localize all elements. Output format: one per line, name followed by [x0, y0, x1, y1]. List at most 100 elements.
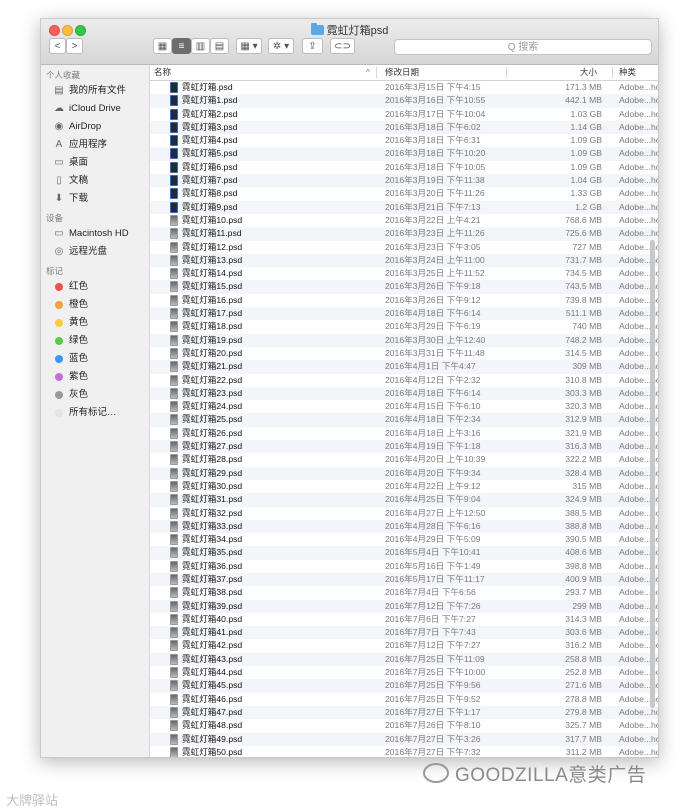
- table-row[interactable]: 霓虹灯箱14.psd 2016年3月25日 上午11:52 734.5 MB Adob…: [150, 267, 658, 280]
- table-row[interactable]: 霓虹灯箱47.psd 2016年7月27日 下午1:17 279.8 MB Adobe…: [150, 705, 658, 720]
- table-row[interactable]: 霓虹灯箱16.psd 2016年3月26日 下午9:12 739.8 MB Adobe…: [150, 294, 658, 307]
- table-row[interactable]: 霓虹灯箱8.psd 2016年3月20日 下午11:26 1.33 GB Adobe.…: [150, 187, 658, 200]
- sidebar-item-tag[interactable]: 灰色: [41, 386, 149, 404]
- table-row[interactable]: 霓虹灯箱25.psd 2016年4月18日 下午2:34 312.9 MB Adobe…: [150, 413, 658, 427]
- action-menu-button[interactable]: ✲ ▾: [268, 38, 294, 54]
- sidebar-item-favorite[interactable]: ☁ iCloud Drive: [41, 100, 149, 118]
- table-row[interactable]: 霓虹灯箱4.psd 2016年3月18日 下午6:31 1.09 GB Adobe..…: [150, 134, 658, 147]
- file-name: 霓虹灯箱30.psd: [182, 480, 243, 491]
- table-row[interactable]: 霓虹灯箱9.psd 2016年3月21日 下午7:13 1.2 GB Adobe...…: [150, 200, 658, 214]
- sidebar-item-favorite[interactable]: ▤ 我的所有文件: [41, 82, 149, 100]
- table-row[interactable]: 霓虹灯箱17.psd 2016年4月18日 下午6:14 511.1 MB Adobe…: [150, 307, 658, 321]
- column-size[interactable]: 大小: [580, 65, 597, 80]
- sidebar-item-tag[interactable]: 绿色: [41, 332, 149, 350]
- table-row[interactable]: 霓虹灯箱1.psd 2016年3月16日 下午10:55 442.1 MB Adobe…: [150, 94, 658, 108]
- sidebar-item-tag[interactable]: 红色: [41, 278, 149, 296]
- table-row[interactable]: 霓虹灯箱41.psd 2016年7月7日 下午7:43 303.6 MB Adobe.…: [150, 626, 658, 640]
- table-row[interactable]: 霓虹灯箱43.psd 2016年7月25日 下午11:09 258.8 MB Adob…: [150, 652, 658, 667]
- file-name: 霓虹灯箱19.psd: [182, 334, 243, 345]
- sidebar-item-favorite[interactable]: ⬇ 下载: [41, 190, 149, 208]
- table-row[interactable]: 霓虹灯箱11.psd 2016年3月23日 上午11:26 725.6 MB Adob…: [150, 227, 658, 241]
- table-row[interactable]: 霓虹灯箱50.psd 2016年7月27日 下午7:32 311.2 MB Adobe…: [150, 746, 658, 757]
- search-input[interactable]: Q 搜索: [394, 39, 652, 55]
- share-button[interactable]: ⇪: [302, 38, 323, 54]
- sidebar-item-device[interactable]: ◎ 远程光盘: [41, 243, 149, 261]
- file-size: 312.9 MB: [565, 414, 602, 425]
- table-row[interactable]: 霓虹灯箱2.psd 2016年3月17日 下午10:04 1.03 GB Adobe.…: [150, 108, 658, 121]
- table-row[interactable]: 霓虹灯箱21.psd 2016年4月1日 下午4:47 309 MB Adobe...…: [150, 360, 658, 374]
- title-bar: 霓虹灯箱psd < > ▦ ≡ ▥ ▤ ▦ ▾ ✲ ▾ ⇪ ⊂⊃ Q 搜索: [41, 19, 658, 65]
- column-kind[interactable]: 种类: [619, 65, 636, 80]
- table-row[interactable]: 霓虹灯箱10.psd 2016年3月22日 上午4:21 768.6 MB Adobe…: [150, 214, 658, 227]
- table-row[interactable]: 霓虹灯箱42.psd 2016年7月12日 下午7:27 316.2 MB Adobe…: [150, 639, 658, 652]
- table-row[interactable]: 霓虹灯箱15.psd 2016年3月26日 下午9:18 743.5 MB Adobe…: [150, 280, 658, 294]
- table-row[interactable]: 霓虹灯箱13.psd 2016年3月24日 上午11:00 731.7 MB Adob…: [150, 253, 658, 268]
- table-row[interactable]: 霓虹灯箱32.psd 2016年4月27日 上午12:50 388.5 MB Adob…: [150, 507, 658, 520]
- sidebar-item-tag[interactable]: 所有标记…: [41, 404, 149, 422]
- table-row[interactable]: 霓虹灯箱39.psd 2016年7月12日 下午7:26 299 MB Adobe..…: [150, 599, 658, 613]
- column-view-button[interactable]: ▥: [191, 38, 210, 54]
- file-date: 2016年7月27日 下午3:26: [385, 733, 481, 744]
- file-date: 2016年4月27日 上午12:50: [385, 507, 486, 518]
- table-row[interactable]: 霓虹灯箱19.psd 2016年3月30日 上午12:40 748.2 MB Adob…: [150, 333, 658, 347]
- table-row[interactable]: 霓虹灯箱44.psd 2016年7月25日 下午10:00 252.8 MB Adob…: [150, 666, 658, 679]
- sidebar-item-favorite[interactable]: ◉ AirDrop: [41, 118, 149, 136]
- file-date: 2016年7月25日 下午9:52: [385, 693, 481, 704]
- table-row[interactable]: 霓虹灯箱34.psd 2016年4月29日 下午5:09 390.5 MB Adobe…: [150, 533, 658, 546]
- table-row[interactable]: 霓虹灯箱45.psd 2016年7月25日 下午9:56 271.6 MB Adobe…: [150, 679, 658, 693]
- watermark-text: GOODZILLA意类广告: [455, 765, 647, 786]
- arrange-menu-button[interactable]: ▦ ▾: [236, 38, 262, 54]
- table-row[interactable]: 霓虹灯箱30.psd 2016年4月22日 上午9:12 315 MB Adobe..…: [150, 480, 658, 493]
- table-row[interactable]: 霓虹灯箱37.psd 2016年5月17日 下午11:17 400.9 MB Adob…: [150, 572, 658, 587]
- sidebar-item-favorite[interactable]: ▭ 桌面: [41, 154, 149, 172]
- column-name[interactable]: 名称: [154, 65, 171, 80]
- icon-view-button[interactable]: ▦: [153, 38, 172, 54]
- table-row[interactable]: 霓虹灯箱49.psd 2016年7月27日 下午3:26 317.7 MB Adobe…: [150, 732, 658, 746]
- table-row[interactable]: 霓虹灯箱27.psd 2016年4月19日 下午1:18 316.3 MB Adobe…: [150, 440, 658, 454]
- table-row[interactable]: 霓虹灯箱22.psd 2016年4月12日 下午2:32 310.8 MB Adobe…: [150, 374, 658, 387]
- table-row[interactable]: 霓虹灯箱18.psd 2016年3月29日 下午6:19 740 MB Adobe..…: [150, 320, 658, 333]
- table-row[interactable]: 霓虹灯箱31.psd 2016年4月25日 下午9:04 324.9 MB Adobe…: [150, 493, 658, 507]
- table-row[interactable]: 霓虹灯箱36.psd 2016年5月16日 下午1:49 398.8 MB Adobe…: [150, 560, 658, 573]
- table-row[interactable]: 霓虹灯箱12.psd 2016年3月23日 下午3:05 727 MB Adobe..…: [150, 241, 658, 254]
- forward-button[interactable]: >: [66, 38, 83, 54]
- list-view-button[interactable]: ≡: [172, 38, 191, 54]
- table-row[interactable]: 霓虹灯箱40.psd 2016年7月6日 下午7:27 314.3 MB Adobe.…: [150, 613, 658, 626]
- table-row[interactable]: 霓虹灯箱35.psd 2016年5月4日 下午10:41 408.6 MB Adobe…: [150, 546, 658, 560]
- column-date[interactable]: 修改日期: [385, 65, 419, 80]
- file-name: 霓虹灯箱35.psd: [182, 547, 243, 558]
- table-row[interactable]: 霓虹灯箱24.psd 2016年4月15日 下午6:10 320.3 MB Adobe…: [150, 400, 658, 413]
- table-row[interactable]: 霓虹灯箱5.psd 2016年3月18日 下午10:20 1.09 GB Adobe.…: [150, 147, 658, 161]
- file-size: 1.03 GB: [570, 108, 602, 119]
- sidebar-item-favorite[interactable]: A 应用程序: [41, 136, 149, 154]
- table-row[interactable]: 霓虹灯箱20.psd 2016年3月31日 下午11:48 314.5 MB Adob…: [150, 347, 658, 360]
- file-date: 2016年3月23日 上午11:26: [385, 228, 485, 239]
- file-name: 霓虹灯箱33.psd: [182, 520, 243, 531]
- back-button[interactable]: <: [49, 38, 66, 54]
- sidebar-item-tag[interactable]: 蓝色: [41, 350, 149, 368]
- documents-icon: ▯: [56, 175, 62, 186]
- table-row[interactable]: 霓虹灯箱29.psd 2016年4月20日 下午9:34 328.4 MB Adobe…: [150, 466, 658, 480]
- vertical-scrollbar[interactable]: [650, 240, 655, 708]
- table-row[interactable]: 霓虹灯箱46.psd 2016年7月25日 下午9:52 278.8 MB Adobe…: [150, 693, 658, 706]
- sidebar-item-tag[interactable]: 橙色: [41, 296, 149, 314]
- table-row[interactable]: 霓虹灯箱.psd 2016年3月15日 下午4:15 171.3 MB Adobe..…: [150, 81, 658, 94]
- sidebar-item-favorite[interactable]: ▯ 文稿: [41, 172, 149, 190]
- sidebar-item-device[interactable]: ▭ Macintosh HD: [41, 225, 149, 243]
- sidebar-item-tag[interactable]: 紫色: [41, 368, 149, 386]
- table-row[interactable]: 霓虹灯箱7.psd 2016年3月19日 下午11:38 1.04 GB Adobe.…: [150, 174, 658, 188]
- cover-flow-button[interactable]: ▤: [210, 38, 229, 54]
- table-row[interactable]: 霓虹灯箱28.psd 2016年4月20日 上午10:39 322.2 MB Adob…: [150, 453, 658, 466]
- tag-button[interactable]: ⊂⊃: [330, 38, 355, 54]
- table-row[interactable]: 霓虹灯箱33.psd 2016年4月28日 下午6:16 388.8 MB Adobe…: [150, 519, 658, 534]
- table-row[interactable]: 霓虹灯箱26.psd 2016年4月18日 上午3:16 321.9 MB Adobe…: [150, 427, 658, 440]
- table-row[interactable]: 霓虹灯箱3.psd 2016年3月18日 下午6:02 1.14 GB Adobe..…: [150, 120, 658, 135]
- sidebar-item-tag[interactable]: 黄色: [41, 314, 149, 332]
- table-row[interactable]: 霓虹灯箱23.psd 2016年4月18日 下午6:14 303.3 MB Adobe…: [150, 386, 658, 401]
- table-row[interactable]: 霓虹灯箱48.psd 2016年7月26日 下午8:10 325.7 MB Adobe…: [150, 719, 658, 732]
- table-row[interactable]: 霓虹灯箱38.psd 2016年7月4日 下午6:56 293.7 MB Adobe.…: [150, 586, 658, 599]
- table-row[interactable]: 霓虹灯箱6.psd 2016年3月18日 下午10:05 1.09 GB Adobe.…: [150, 161, 658, 174]
- folder-icon: [310, 23, 324, 35]
- image-file-icon: [170, 308, 178, 320]
- file-size: 310.8 MB: [565, 374, 602, 385]
